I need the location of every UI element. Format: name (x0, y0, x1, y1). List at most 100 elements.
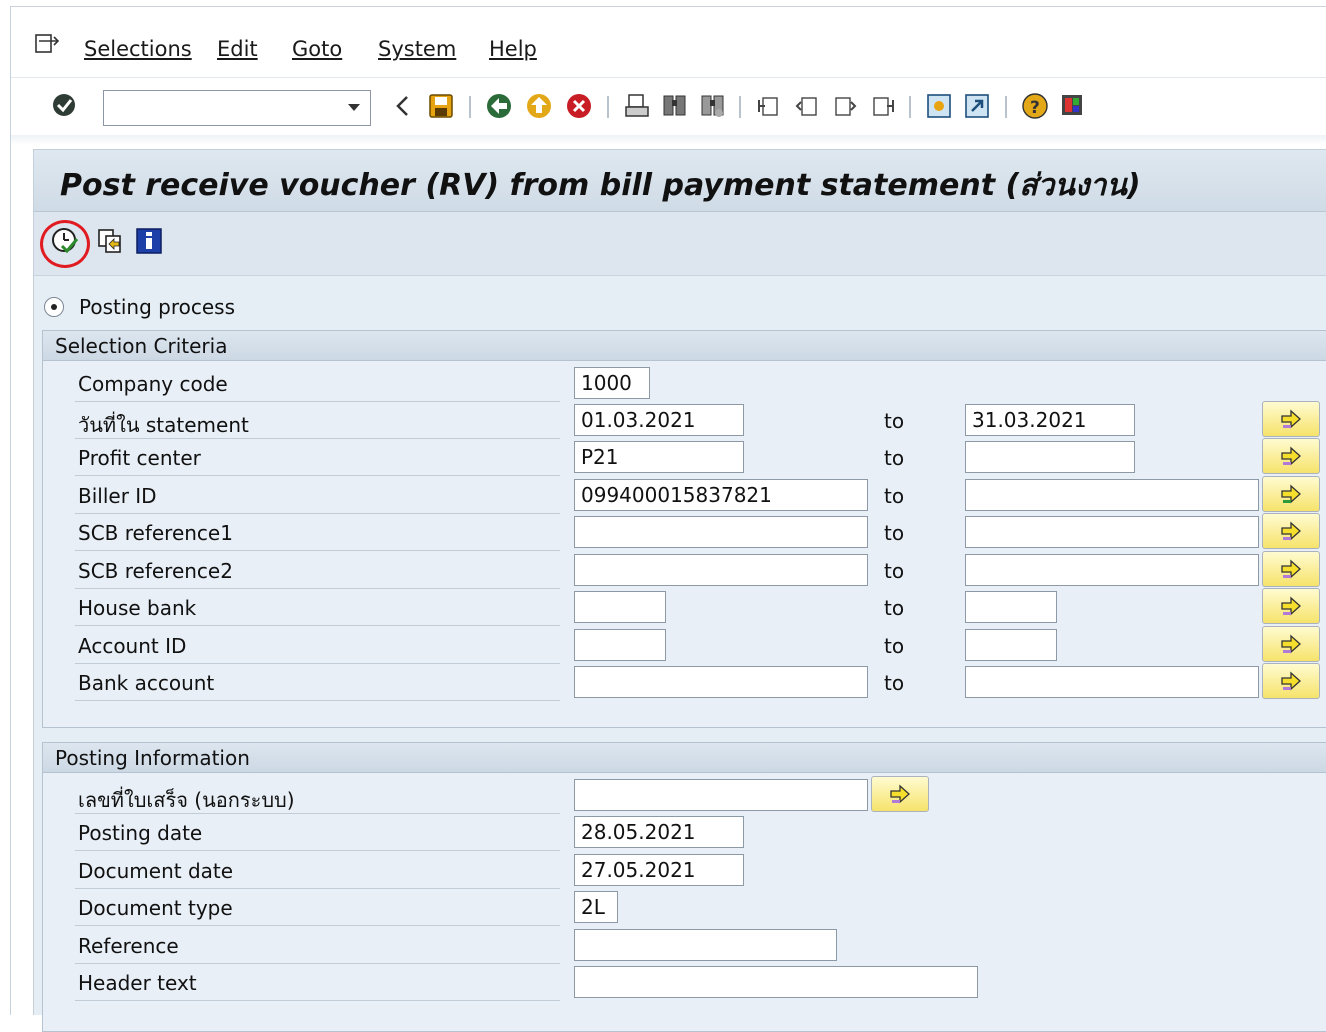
arrow-right-icon (1281, 409, 1301, 429)
title-bar: Post receive voucher (RV) from bill paym… (34, 150, 1326, 212)
find-next-icon[interactable] (699, 92, 727, 120)
reference-input[interactable] (574, 929, 837, 961)
row-divider (75, 888, 560, 889)
menu-system[interactable]: System (378, 37, 456, 61)
posting-information-header: Posting Information (43, 743, 1326, 773)
back-green-icon[interactable] (485, 92, 513, 120)
first-page-icon[interactable] (755, 92, 783, 120)
bank-account-from-input[interactable] (574, 666, 868, 698)
multiple-selection-button[interactable] (1262, 588, 1320, 624)
menu-selections[interactable]: Selections (84, 37, 192, 61)
standard-toolbar: ? (11, 77, 1326, 135)
information-icon[interactable] (134, 226, 164, 256)
field-label: SCB reference1 (78, 521, 233, 545)
row-divider (75, 963, 560, 964)
create-session-icon[interactable] (925, 92, 953, 120)
scb-reference2-to-input[interactable] (965, 554, 1259, 586)
last-page-icon[interactable] (869, 92, 897, 120)
chevron-down-icon[interactable] (348, 104, 360, 111)
biller-id-to-input[interactable] (965, 479, 1259, 511)
statement-date-from-input[interactable]: 01.03.2021 (574, 404, 744, 436)
save-icon[interactable] (427, 92, 455, 120)
company-code-input[interactable]: 1000 (574, 367, 650, 399)
back-icon[interactable] (389, 92, 417, 120)
arrow-right-icon (890, 784, 910, 804)
row-divider (75, 513, 560, 514)
menu-edit[interactable]: Edit (217, 37, 258, 61)
field-label: Document type (78, 896, 233, 920)
row-divider (75, 700, 560, 701)
multiple-selection-button[interactable] (1262, 476, 1320, 512)
bank-account-to-input[interactable] (965, 666, 1259, 698)
next-page-icon[interactable] (831, 92, 859, 120)
cancel-icon[interactable] (565, 92, 593, 120)
field-label: Document date (78, 859, 234, 883)
profit-center-from-input[interactable]: P21 (574, 441, 744, 473)
variant-icon[interactable] (96, 226, 126, 256)
shortcut-icon[interactable] (963, 92, 991, 120)
toolbar-shadow (11, 135, 1326, 145)
receipt-number-input[interactable] (574, 779, 868, 811)
selection-criteria-header: Selection Criteria (43, 331, 1326, 361)
posting-process-radio[interactable] (44, 297, 64, 317)
help-icon[interactable]: ? (1021, 92, 1049, 120)
document-date-input[interactable]: 27.05.2021 (574, 854, 744, 886)
selection-criteria-group: Selection Criteria Company code 1000 วัน… (42, 330, 1326, 728)
multiple-selection-button[interactable] (1262, 663, 1320, 699)
multiple-selection-button[interactable] (1262, 438, 1320, 474)
document-type-input[interactable]: 2L (574, 891, 618, 923)
print-icon[interactable] (623, 92, 651, 120)
scb-reference1-from-input[interactable] (574, 516, 868, 548)
command-field[interactable] (103, 90, 371, 126)
previous-page-icon[interactable] (793, 92, 821, 120)
arrow-right-green-icon (1281, 484, 1301, 504)
statement-date-to-input[interactable]: 31.03.2021 (965, 404, 1135, 436)
row-divider (75, 550, 560, 551)
field-label: Company code (78, 372, 228, 396)
multiple-selection-button[interactable] (1262, 626, 1320, 662)
multiple-selection-button[interactable] (871, 776, 929, 812)
field-label: วันที่ใน statement (78, 413, 249, 437)
house-bank-from-input[interactable] (574, 591, 666, 623)
to-label: to (884, 521, 905, 545)
svg-text:?: ? (1030, 98, 1040, 118)
header-text-input[interactable] (574, 966, 978, 998)
house-bank-to-input[interactable] (965, 591, 1057, 623)
row-divider (75, 588, 560, 589)
multiple-selection-button[interactable] (1262, 513, 1320, 549)
field-label: Header text (78, 971, 197, 995)
row-divider (75, 475, 560, 476)
screen-area: Post receive voucher (RV) from bill paym… (33, 149, 1326, 1032)
customize-layout-icon[interactable] (1059, 92, 1087, 120)
highlight-circle (40, 220, 90, 268)
toolbar-separator (469, 96, 471, 118)
menu-icon[interactable] (35, 34, 61, 54)
to-label: to (884, 634, 905, 658)
scb-reference2-from-input[interactable] (574, 554, 868, 586)
account-id-from-input[interactable] (574, 629, 666, 661)
multiple-selection-button[interactable] (1262, 551, 1320, 587)
row-divider (75, 925, 560, 926)
menu-help[interactable]: Help (489, 37, 537, 61)
field-label: Posting date (78, 821, 203, 845)
scb-reference1-to-input[interactable] (965, 516, 1259, 548)
multiple-selection-button[interactable] (1262, 401, 1320, 437)
exit-icon[interactable] (525, 92, 553, 120)
to-label: to (884, 559, 905, 583)
find-icon[interactable] (661, 92, 689, 120)
toolbar-separator (607, 96, 609, 118)
posting-process-label: Posting process (79, 295, 235, 319)
page-title: Post receive voucher (RV) from bill paym… (60, 168, 1141, 203)
to-label: to (884, 446, 905, 470)
enter-icon[interactable] (51, 92, 79, 120)
menu-goto[interactable]: Goto (292, 37, 342, 61)
field-label: Bank account (78, 671, 215, 695)
row-divider (75, 625, 560, 626)
profit-center-to-input[interactable] (965, 441, 1135, 473)
biller-id-from-input[interactable]: 099400015837821 (574, 479, 868, 511)
arrow-right-icon (1281, 446, 1301, 466)
row-divider (75, 1000, 560, 1001)
toolbar-separator (909, 96, 911, 118)
account-id-to-input[interactable] (965, 629, 1057, 661)
posting-date-input[interactable]: 28.05.2021 (574, 816, 744, 848)
